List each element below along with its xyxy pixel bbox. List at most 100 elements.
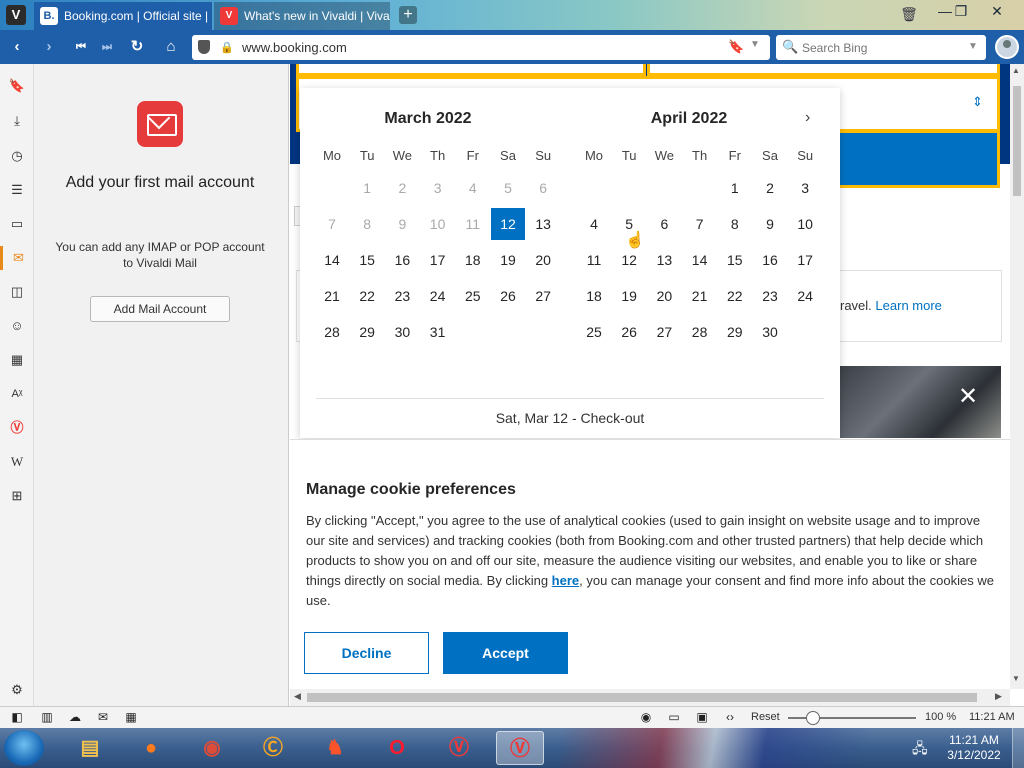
page-actions-icon[interactable]: ‹› [722, 710, 738, 724]
scroll-thumb[interactable] [307, 693, 977, 702]
bookmarks-panel-icon[interactable]: 🔖 [0, 74, 34, 98]
calendar-day[interactable]: 19 [491, 244, 525, 276]
calendar-day[interactable]: 25 [456, 280, 490, 312]
calendar-day[interactable]: 27 [647, 316, 681, 348]
file-explorer-icon[interactable]: ▤ [66, 731, 114, 765]
brave-icon[interactable]: ♞ [311, 731, 359, 765]
vivaldi-panel-icon[interactable]: Ⓥ [0, 416, 34, 440]
calendar-day[interactable]: 18 [456, 244, 490, 276]
close-window-button[interactable]: ✕ [982, 2, 1012, 22]
calendar-panel-icon[interactable]: ▦ [0, 348, 34, 372]
calendar-day[interactable]: 19 [612, 280, 646, 312]
calendar-day[interactable]: 23 [753, 280, 787, 312]
window-panel-icon[interactable]: ▭ [0, 212, 34, 236]
feeds-panel-icon[interactable]: ◫ [0, 280, 34, 304]
url-field[interactable]: 🔒 www.booking.com 🔖 ▼ [192, 35, 770, 60]
calendar-day[interactable]: 14 [683, 244, 717, 276]
chrome-icon[interactable]: ◉ [188, 731, 236, 765]
vivaldi-icon[interactable]: Ⓥ [435, 731, 483, 765]
calendar-day[interactable]: 13 [647, 244, 681, 276]
stepper-icon[interactable]: ⇕ [972, 94, 983, 110]
panel-toggle-icon[interactable]: ◧ [9, 710, 25, 724]
next-month-chevron-icon[interactable]: › [805, 109, 810, 127]
zoom-slider-handle[interactable] [806, 711, 820, 725]
add-panel-icon[interactable]: ⊞ [0, 484, 34, 508]
horizontal-scrollbar[interactable]: ◀ ▶ [290, 689, 1010, 706]
calendar-day[interactable]: 15 [350, 244, 384, 276]
downloads-panel-icon[interactable]: ⤓ [0, 109, 34, 133]
scroll-right-icon[interactable]: ▶ [995, 691, 1002, 702]
calendar-day[interactable]: 5 [612, 208, 646, 240]
translate-panel-icon[interactable]: Aᵡ [0, 382, 34, 406]
calendar-day[interactable]: 15 [718, 244, 752, 276]
calendar-day-selected[interactable]: 12 [491, 208, 525, 240]
calendar-day[interactable]: 24 [421, 280, 455, 312]
trash-icon[interactable]: 🗑 [900, 6, 918, 24]
calendar-day[interactable]: 14 [315, 244, 349, 276]
search-submit-button[interactable] [835, 130, 1000, 188]
calendar-day[interactable]: 30 [385, 316, 419, 348]
manage-cookies-link[interactable]: here [552, 573, 579, 588]
calendar-day[interactable]: 6 [647, 208, 681, 240]
forward-button[interactable]: › [38, 37, 60, 57]
calendar-day[interactable]: 16 [753, 244, 787, 276]
calendar-day[interactable]: 18 [577, 280, 611, 312]
calendar-day[interactable]: 30 [753, 316, 787, 348]
show-desktop-button[interactable] [1012, 728, 1024, 768]
back-button[interactable]: ‹ [6, 37, 28, 57]
accept-button[interactable]: Accept [443, 632, 568, 674]
scroll-down-icon[interactable]: ▼ [1012, 674, 1020, 683]
calendar-day[interactable]: 26 [491, 280, 525, 312]
settings-gear-icon[interactable]: ⚙ [0, 678, 34, 702]
calendar-day[interactable]: 9 [753, 208, 787, 240]
search-field[interactable]: 🔍 ▼ [776, 35, 986, 60]
reload-icon[interactable]: ↻ [126, 37, 148, 57]
cloud-sync-icon[interactable]: ☁ [67, 710, 83, 724]
mail-panel-icon[interactable]: ✉ [0, 246, 34, 270]
history-panel-icon[interactable]: ◷ [0, 144, 34, 168]
vertical-scrollbar[interactable]: ▲ ▼ [1010, 64, 1024, 689]
calendar-day[interactable]: 7 [683, 208, 717, 240]
calendar-day[interactable]: 2 [753, 172, 787, 204]
notes-panel-icon[interactable]: ☰ [0, 178, 34, 202]
calendar-day[interactable]: 4 [577, 208, 611, 240]
close-icon[interactable]: ✕ [958, 382, 978, 411]
calendar-day[interactable]: 28 [315, 316, 349, 348]
lock-icon[interactable]: 🔒 [220, 41, 234, 54]
search-field-box[interactable] [647, 64, 1000, 76]
restore-button[interactable]: ❐ [946, 2, 976, 22]
ccleaner-icon[interactable]: Ⓒ [249, 731, 297, 765]
vivaldi-active-icon[interactable]: Ⓥ [496, 731, 544, 765]
calendar-day[interactable]: 16 [385, 244, 419, 276]
profile-avatar[interactable] [995, 35, 1019, 59]
calendar-day[interactable]: 27 [526, 280, 560, 312]
calendar-day[interactable]: 10 [788, 208, 822, 240]
scroll-left-icon[interactable]: ◀ [294, 691, 301, 702]
calendar-day[interactable]: 29 [718, 316, 752, 348]
search-icon[interactable]: 🔍 [782, 39, 798, 55]
calendar-day[interactable]: 11 [577, 244, 611, 276]
learn-more-link[interactable]: Learn more [875, 298, 941, 313]
scroll-up-icon[interactable]: ▲ [1012, 66, 1020, 75]
rewind-icon[interactable]: ⏮ [70, 37, 92, 57]
calendar-day[interactable]: 21 [683, 280, 717, 312]
page-tiling-icon[interactable]: ▭ [666, 710, 682, 724]
contacts-panel-icon[interactable]: ☺ [0, 314, 34, 338]
bookmark-icon[interactable]: 🔖 [728, 39, 744, 55]
calendar-day[interactable]: 31 [421, 316, 455, 348]
search-field-box[interactable] [296, 64, 646, 76]
calendar-day[interactable]: 13 [526, 208, 560, 240]
calendar-day[interactable]: 22 [350, 280, 384, 312]
mail-status-icon[interactable]: ✉ [95, 710, 111, 724]
calendar-day[interactable]: 20 [526, 244, 560, 276]
new-tab-button[interactable]: + [399, 6, 417, 24]
calendar-day[interactable]: 3 [788, 172, 822, 204]
wikipedia-panel-icon[interactable]: W [0, 450, 34, 474]
calendar-day[interactable]: 25 [577, 316, 611, 348]
tab-vivaldi-whats-new[interactable]: V What's new in Vivaldi | Viva [214, 2, 390, 30]
search-input[interactable] [802, 39, 962, 56]
calendar-day[interactable]: 26 [612, 316, 646, 348]
calendar-day[interactable]: 21 [315, 280, 349, 312]
calendar-day[interactable]: 17 [421, 244, 455, 276]
image-toggle-icon[interactable]: ▣ [694, 710, 710, 724]
